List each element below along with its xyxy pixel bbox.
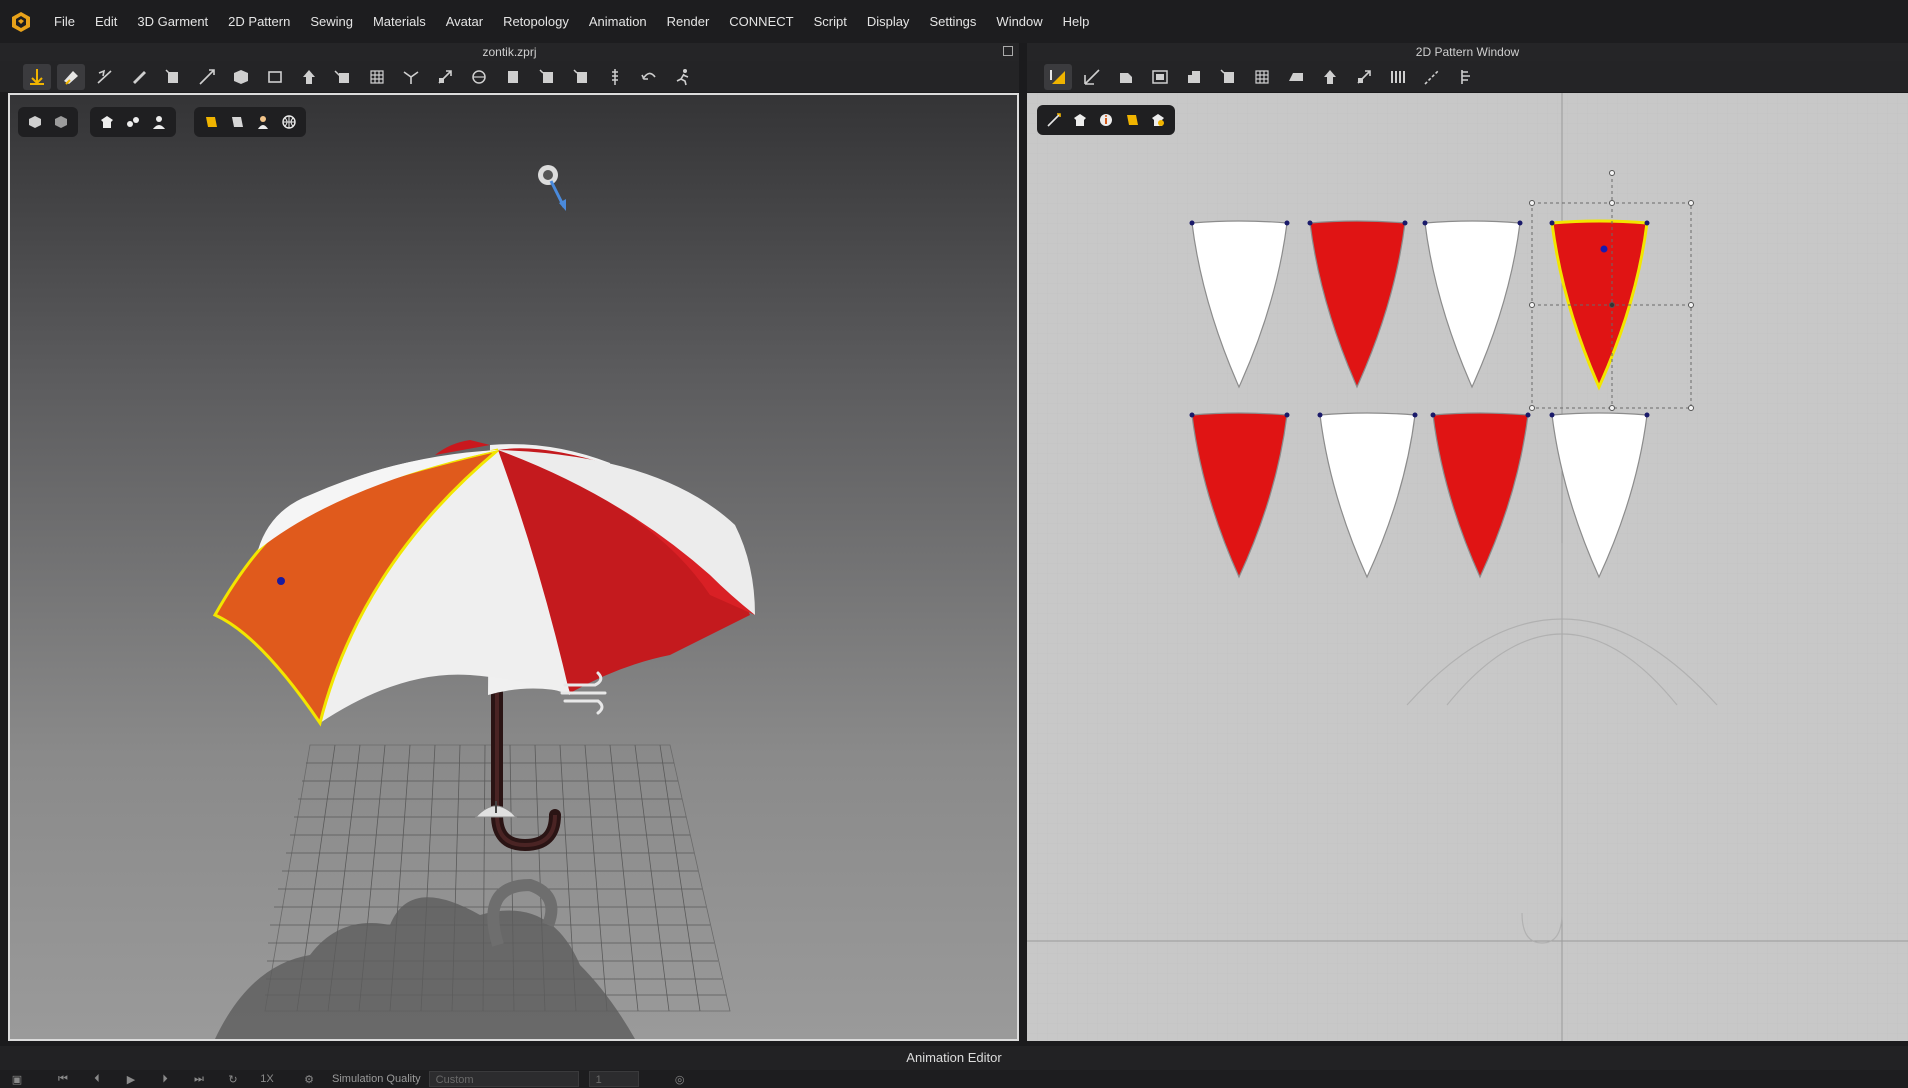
settings-gear-icon[interactable]: ⚙ <box>298 1072 320 1086</box>
next-frame-icon[interactable]: ⏵ <box>154 1072 176 1086</box>
speed-label[interactable]: 1X <box>256 1072 278 1086</box>
pattern-info-icon[interactable] <box>1093 108 1119 132</box>
menu-2d-pattern[interactable]: 2D Pattern <box>218 0 300 43</box>
line-icon[interactable] <box>1418 64 1446 90</box>
menu-script[interactable]: Script <box>804 0 857 43</box>
frame-number-field[interactable]: 1 <box>588 1071 639 1087</box>
animation-editor-title: Animation Editor <box>0 1046 1908 1070</box>
2d-view-toolbar <box>1037 105 1175 135</box>
menu-3d-garment[interactable]: 3D Garment <box>127 0 218 43</box>
3d-viewport[interactable] <box>8 93 1019 1041</box>
menu-avatar[interactable]: Avatar <box>436 0 493 43</box>
loop-icon[interactable]: ↻ <box>222 1072 244 1086</box>
steam-icon[interactable] <box>397 64 425 90</box>
ruler-icon[interactable] <box>1452 64 1480 90</box>
transform-icon[interactable] <box>125 64 153 90</box>
menu-materials[interactable]: Materials <box>363 0 436 43</box>
menu-edit[interactable]: Edit <box>85 0 127 43</box>
dart-icon[interactable] <box>1214 64 1242 90</box>
arrange-icon[interactable] <box>227 64 255 90</box>
arrange-pattern-icon[interactable] <box>1316 64 1344 90</box>
sim-quality-label: Simulation Quality <box>332 1073 421 1085</box>
menu-display[interactable]: Display <box>857 0 920 43</box>
skip-end-icon[interactable]: ⏭ <box>188 1072 210 1086</box>
menu-connect[interactable]: CONNECT <box>719 0 803 43</box>
grid-pattern-icon[interactable] <box>1248 64 1276 90</box>
pleat-icon[interactable] <box>635 64 663 90</box>
menu-help[interactable]: Help <box>1053 0 1100 43</box>
sew-segment-icon[interactable] <box>1350 64 1378 90</box>
menu-file[interactable]: File <box>44 0 85 43</box>
record-icon[interactable]: ▣ <box>6 1072 28 1086</box>
select-mesh-icon[interactable] <box>57 63 85 90</box>
menu-window[interactable]: Window <box>986 0 1052 43</box>
tape-icon[interactable] <box>329 64 357 90</box>
iron-icon[interactable] <box>465 64 493 90</box>
menu-animation[interactable]: Animation <box>579 0 657 43</box>
avatar-icon[interactable] <box>295 64 323 90</box>
pattern-texture-icon[interactable] <box>1119 108 1145 132</box>
flatten-icon[interactable] <box>261 64 289 90</box>
menu-retopology[interactable]: Retopology <box>493 0 579 43</box>
pattern-avatar-icon[interactable] <box>1145 108 1171 132</box>
measure-icon[interactable] <box>193 64 221 90</box>
animation-editor-title-text: Animation Editor <box>906 1050 1002 1065</box>
transform-pattern-icon[interactable] <box>1044 63 1072 90</box>
grid-icon[interactable] <box>363 64 391 90</box>
menu-settings[interactable]: Settings <box>919 0 986 43</box>
app-logo-icon[interactable] <box>8 9 34 35</box>
3d-window-title: zontik.zprj <box>0 43 1019 61</box>
run-icon[interactable] <box>669 64 697 90</box>
animation-toolbar: ▣ ⏮ ⏴ ▶ ⏵ ⏭ ↻ 1X ⚙ Simulation Quality Cu… <box>0 1070 1908 1088</box>
rectangle-icon[interactable] <box>1112 64 1140 90</box>
umbrella-scene[interactable] <box>10 95 1017 1039</box>
pin-box-icon[interactable] <box>431 64 459 90</box>
menu-bar: File Edit 3D Garment 2D Pattern Sewing M… <box>0 0 1908 43</box>
prev-frame-icon[interactable]: ⏴ <box>86 1072 108 1086</box>
skip-start-icon[interactable]: ⏮ <box>52 1072 74 1086</box>
internal-rect-icon[interactable] <box>1146 64 1174 90</box>
3d-window-title-text: zontik.zprj <box>482 45 537 59</box>
play-icon[interactable]: ▶ <box>120 1072 142 1086</box>
sim-quality-select[interactable]: Custom <box>428 1071 579 1087</box>
pin-icon[interactable] <box>159 64 187 90</box>
free-sew-icon[interactable] <box>1384 64 1412 90</box>
2d-window-title: 2D Pattern Window <box>1027 43 1908 61</box>
fold-arrange-icon[interactable] <box>91 64 119 90</box>
edit-pattern-icon[interactable] <box>1078 64 1106 90</box>
restore-window-icon[interactable] <box>1003 46 1013 56</box>
select-move-icon[interactable] <box>23 63 51 90</box>
button-icon[interactable] <box>533 64 561 90</box>
show-pattern-icon[interactable] <box>1067 108 1093 132</box>
pattern-line-icon[interactable] <box>1041 108 1067 132</box>
menu-render[interactable]: Render <box>657 0 720 43</box>
panel-splitter[interactable] <box>1019 43 1027 1041</box>
2d-window-title-text: 2D Pattern Window <box>1415 45 1520 59</box>
trim-icon[interactable] <box>499 64 527 90</box>
3d-toolbar <box>0 61 1019 92</box>
fold-icon[interactable] <box>1282 64 1310 90</box>
2d-toolbar <box>1027 61 1908 92</box>
pattern-canvas[interactable] <box>1027 93 1908 1041</box>
wind-controller-icon <box>474 801 518 818</box>
zipper-icon[interactable] <box>601 64 629 90</box>
light-gizmo-icon <box>538 165 566 211</box>
buttonhole-icon[interactable] <box>567 64 595 90</box>
menu-sewing[interactable]: Sewing <box>300 0 363 43</box>
2d-pattern-window[interactable] <box>1027 93 1908 1041</box>
trace-icon[interactable] <box>1180 64 1208 90</box>
camera-icon[interactable]: ◎ <box>669 1072 691 1086</box>
